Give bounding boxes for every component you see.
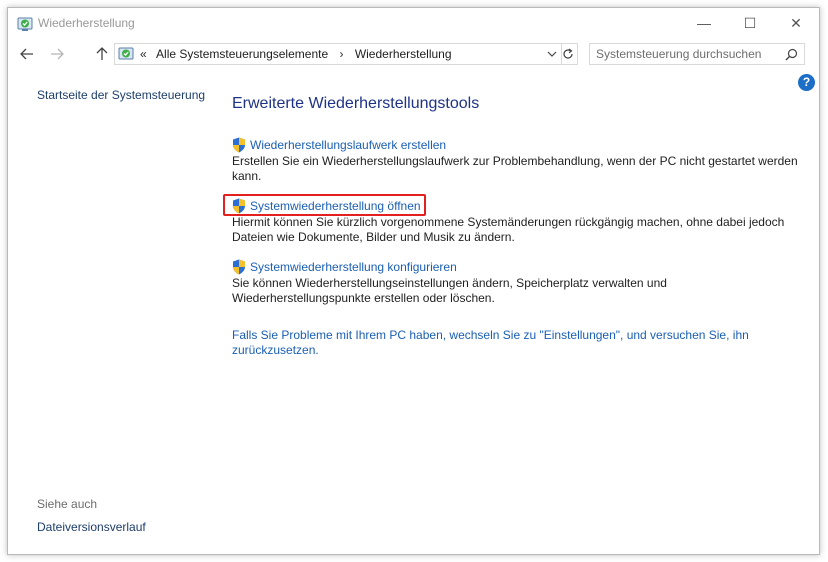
- back-button[interactable]: [16, 43, 38, 65]
- chevron-down-icon[interactable]: [547, 49, 557, 59]
- up-button[interactable]: [91, 43, 113, 65]
- search-box[interactable]: [589, 43, 805, 65]
- uac-shield-icon: [233, 259, 245, 275]
- tool-link-label[interactable]: Wiederherstellungslaufwerk erstellen: [250, 138, 446, 152]
- address-bar[interactable]: « Alle Systemsteuerungselemente › Wieder…: [114, 43, 562, 65]
- forward-button[interactable]: [46, 43, 68, 65]
- recovery-icon: [17, 17, 33, 31]
- see-also-heading: Siehe auch: [37, 497, 98, 511]
- reset-pc-link[interactable]: Falls Sie Probleme mit Ihrem PC haben, w…: [232, 328, 762, 358]
- create-recovery-drive-link[interactable]: Wiederherstellungslaufwerk erstellen: [232, 137, 804, 153]
- configure-system-restore-link[interactable]: Systemwiederherstellung konfigurieren: [232, 259, 804, 275]
- tool-configure-restore: Systemwiederherstellung konfigurieren Si…: [232, 259, 804, 306]
- tool-link-label[interactable]: Systemwiederherstellung konfigurieren: [250, 260, 457, 274]
- refresh-icon: [562, 48, 573, 59]
- tool-description: Erstellen Sie ein Wiederherstellungslauf…: [232, 154, 798, 183]
- arrow-left-icon: [20, 48, 33, 60]
- file-history-link[interactable]: Dateiversionsverlauf: [37, 520, 146, 534]
- breadcrumb-item-all-items[interactable]: Alle Systemsteuerungselemente: [156, 47, 328, 61]
- tool-description: Hiermit können Sie kürzlich vorgenommene…: [232, 215, 785, 244]
- title-bar: Wiederherstellung — ☐ ✕: [8, 8, 819, 38]
- breadcrumb-overflow[interactable]: «: [140, 47, 147, 61]
- control-panel-icon: [118, 47, 134, 60]
- arrow-up-icon: [96, 47, 108, 60]
- breadcrumb: « Alle Systemsteuerungselemente › Wieder…: [140, 47, 452, 61]
- search-icon[interactable]: [785, 48, 798, 61]
- search-input[interactable]: [596, 46, 776, 62]
- uac-shield-icon: [233, 137, 245, 153]
- window-title: Wiederherstellung: [38, 16, 135, 30]
- highlight-box: [223, 194, 426, 216]
- refresh-button[interactable]: [558, 43, 578, 65]
- close-button[interactable]: ✕: [773, 8, 819, 38]
- navigation-bar: « Alle Systemsteuerungselemente › Wieder…: [8, 41, 819, 69]
- page-title: Erweiterte Wiederherstellungstools: [232, 95, 480, 112]
- breadcrumb-item-recovery[interactable]: Wiederherstellung: [355, 47, 452, 61]
- tool-description: Sie können Wiederherstellungseinstellung…: [232, 276, 667, 305]
- help-button[interactable]: ?: [798, 74, 815, 91]
- maximize-button[interactable]: ☐: [727, 8, 773, 38]
- tool-recovery-drive: Wiederherstellungslaufwerk erstellen Ers…: [232, 137, 804, 184]
- breadcrumb-separator[interactable]: ›: [339, 47, 343, 61]
- arrow-right-icon: [51, 48, 64, 60]
- control-panel-window: Wiederherstellung — ☐ ✕ « Alle Systemste…: [7, 7, 820, 555]
- minimize-button[interactable]: —: [681, 8, 727, 38]
- sidebar-home-link[interactable]: Startseite der Systemsteuerung: [37, 88, 205, 102]
